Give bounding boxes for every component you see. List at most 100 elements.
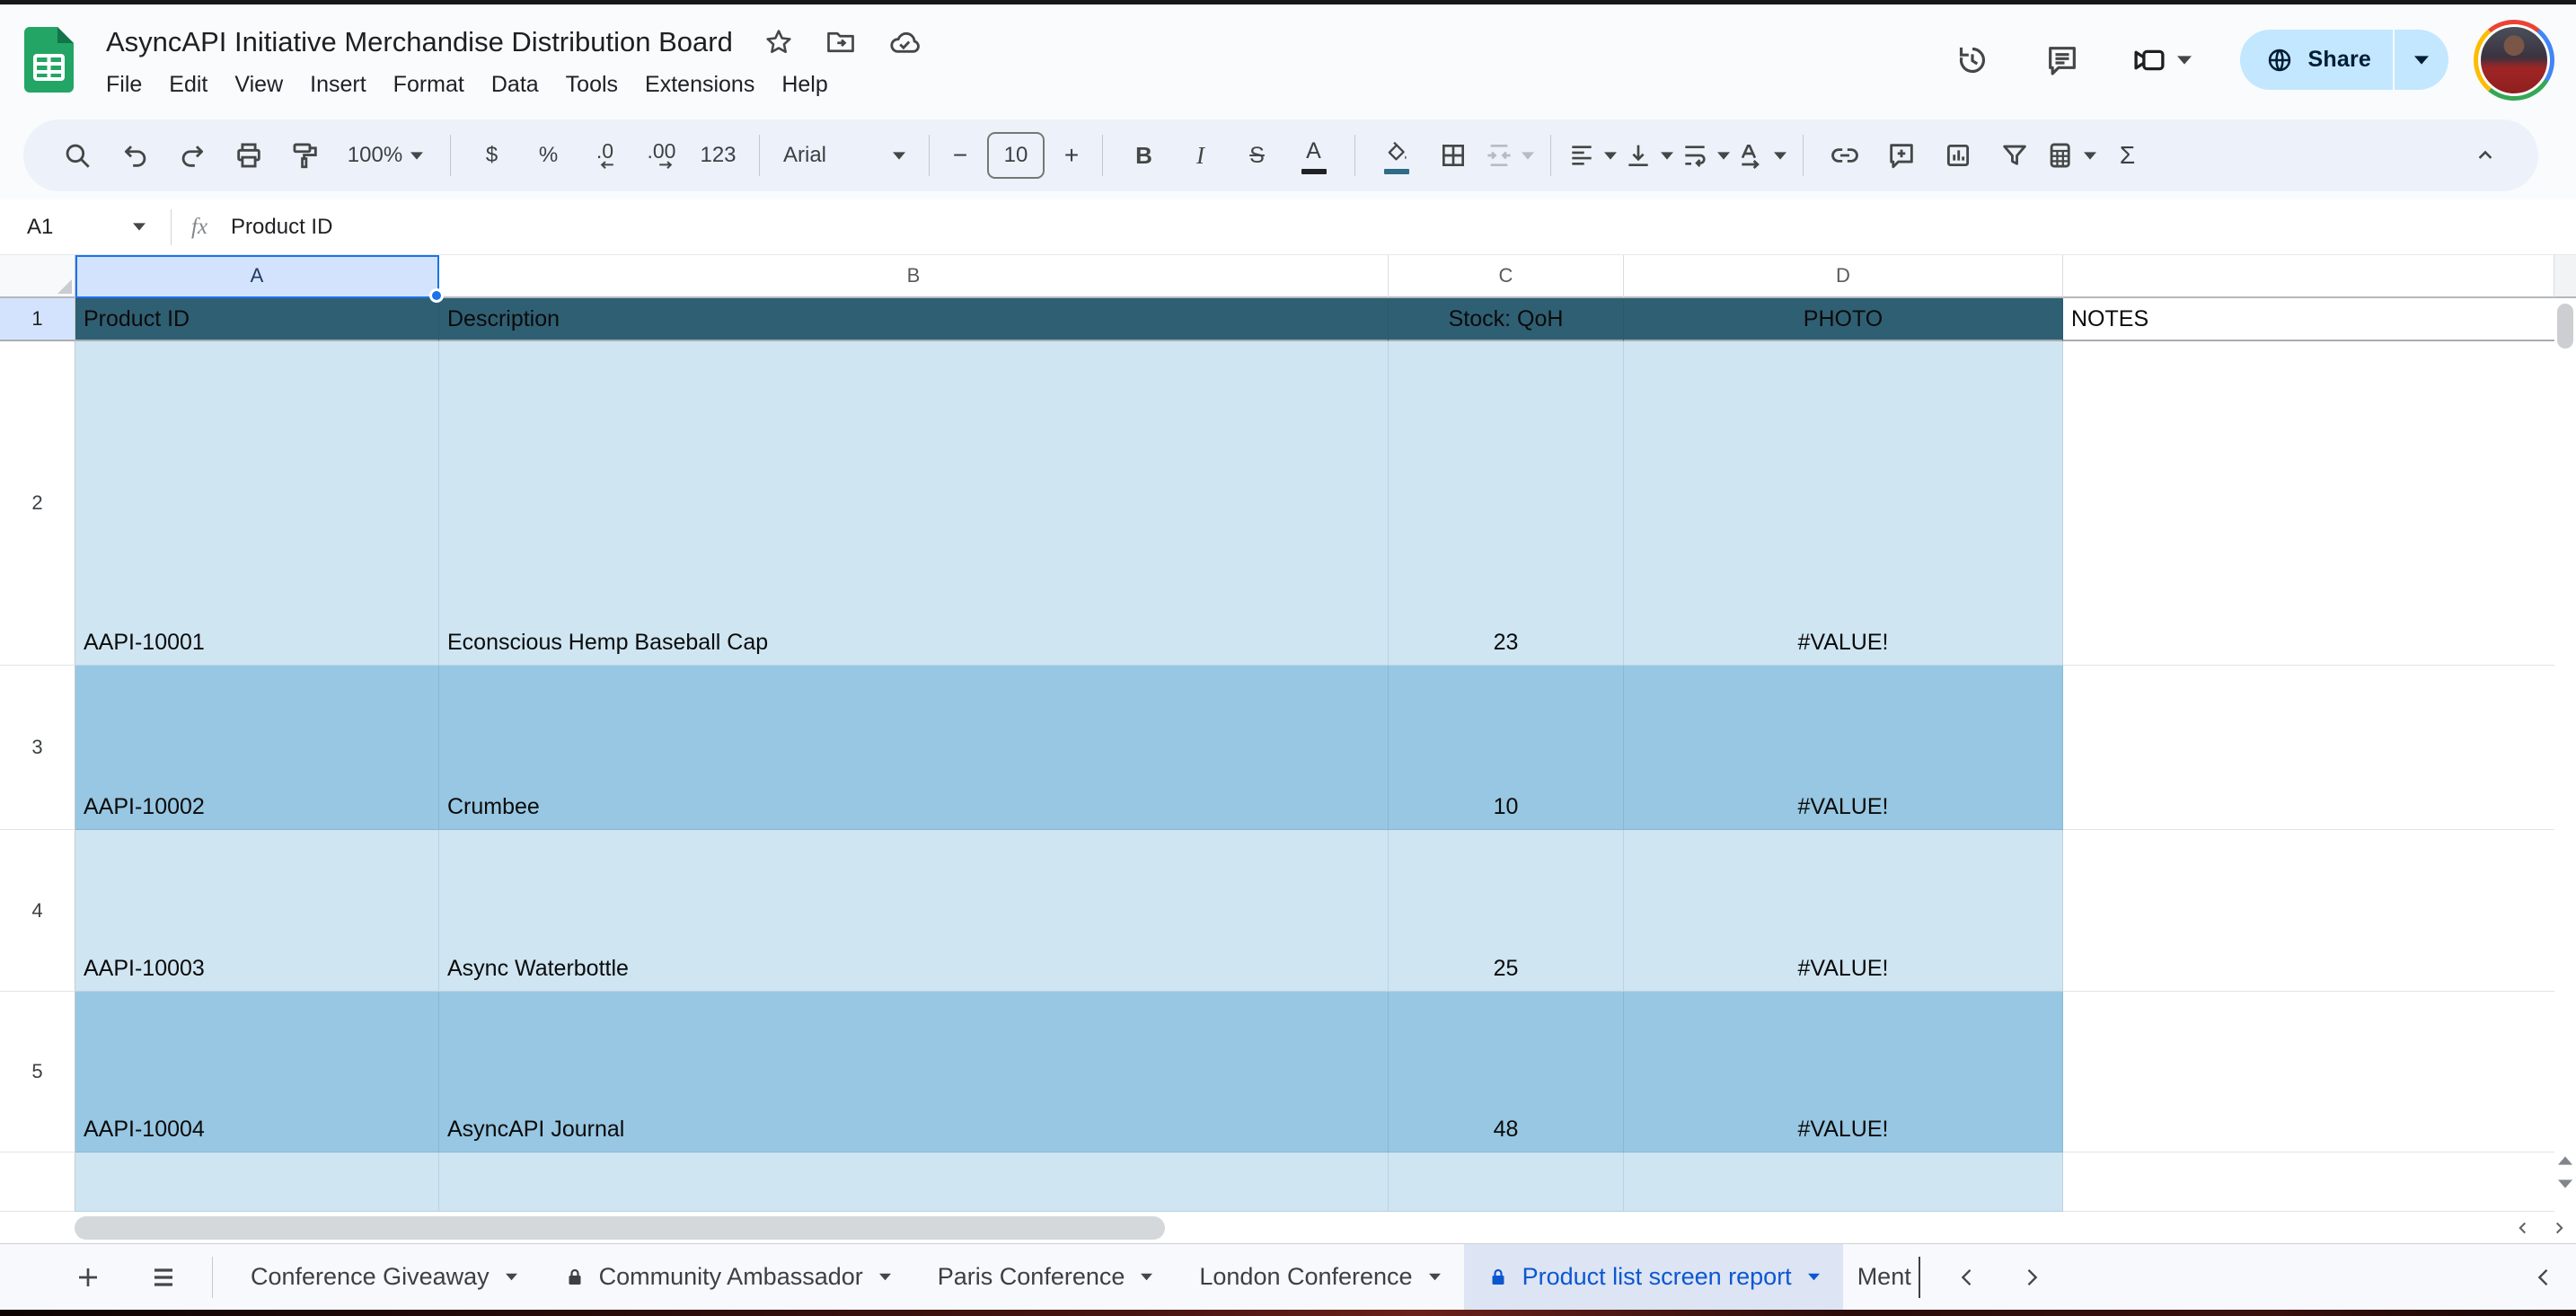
cell[interactable]: AsyncAPI Journal (439, 992, 1389, 1153)
cell[interactable]: AAPI-10004 (75, 992, 439, 1153)
font-size-input[interactable]: 10 (987, 132, 1045, 179)
cell[interactable]: Async Waterbottle (439, 830, 1389, 992)
paint-format-icon[interactable] (277, 128, 333, 182)
share-button[interactable]: Share (2239, 30, 2448, 90)
search-icon[interactable] (49, 128, 105, 182)
borders-button[interactable] (1425, 128, 1481, 182)
row-number[interactable] (0, 1153, 75, 1212)
insert-comment-button[interactable] (1873, 128, 1929, 182)
collapse-toolbar-icon[interactable] (2457, 128, 2513, 182)
cell[interactable] (2063, 830, 2554, 992)
column-header-A[interactable]: A (75, 255, 439, 298)
cell[interactable] (2063, 341, 2554, 666)
all-sheets-button[interactable] (126, 1244, 201, 1310)
scroll-down-icon[interactable] (2558, 1179, 2572, 1188)
cell[interactable] (2063, 1153, 2554, 1212)
cell[interactable] (2063, 666, 2554, 830)
formula-input[interactable]: Product ID (231, 215, 332, 240)
cell[interactable]: 48 (1389, 992, 1624, 1153)
column-header-C[interactable]: C (1389, 255, 1624, 298)
cloud-status-icon[interactable] (887, 25, 922, 59)
avatar[interactable] (2474, 19, 2554, 101)
undo-icon[interactable] (107, 128, 163, 182)
cell[interactable]: Econscious Hemp Baseball Cap (439, 341, 1389, 666)
format-percent[interactable]: % (520, 128, 577, 182)
row-number[interactable]: 1 (0, 298, 75, 341)
tab-dropdown-icon[interactable] (1807, 1273, 1820, 1281)
cell[interactable]: #VALUE! (1624, 992, 2063, 1153)
cell[interactable]: 25 (1389, 830, 1624, 992)
vertical-scrollbar-thumb[interactable] (2557, 304, 2573, 349)
tab-dropdown-icon[interactable] (505, 1273, 517, 1281)
share-dropdown[interactable] (2395, 30, 2448, 90)
vertical-scroll-arrows[interactable] (2558, 1156, 2572, 1188)
cell[interactable]: AAPI-10001 (75, 341, 439, 666)
fill-color-button[interactable] (1368, 128, 1425, 182)
vertical-scrollbar[interactable] (2554, 298, 2576, 1212)
sheet-tab-2[interactable]: Paris Conference (914, 1244, 1177, 1310)
tab-dropdown-icon[interactable] (1428, 1273, 1441, 1281)
menu-insert[interactable]: Insert (296, 68, 380, 102)
sheets-logo-icon[interactable] (24, 27, 74, 93)
strikethrough-button[interactable]: S (1229, 128, 1285, 182)
menu-format[interactable]: Format (380, 68, 478, 102)
horizontal-scrollbar[interactable] (0, 1212, 2576, 1244)
text-wrap-button[interactable] (1677, 128, 1734, 182)
cell[interactable] (1624, 1153, 2063, 1212)
cell[interactable]: #VALUE! (1624, 830, 2063, 992)
sheet-tab-3[interactable]: London Conference (1176, 1244, 1463, 1310)
menu-edit[interactable]: Edit (155, 68, 221, 102)
cell[interactable]: AAPI-10003 (75, 830, 439, 992)
name-box[interactable]: A1 (27, 215, 133, 240)
vertical-align-button[interactable] (1620, 128, 1677, 182)
column-header-B[interactable]: B (439, 255, 1389, 298)
decrease-decimal[interactable]: .0 (577, 128, 633, 182)
cell[interactable]: NOTES (2063, 298, 2554, 341)
filter-button[interactable] (1986, 128, 2042, 182)
move-folder-icon[interactable] (825, 26, 857, 58)
cell[interactable]: Stock: QoH (1389, 298, 1624, 341)
menu-tools[interactable]: Tools (552, 68, 631, 102)
cell[interactable] (2063, 992, 2554, 1153)
functions-button[interactable]: Σ (2099, 128, 2156, 182)
document-title[interactable]: AsyncAPI Initiative Merchandise Distribu… (106, 26, 733, 58)
scroll-right-icon[interactable] (2549, 1218, 2569, 1238)
text-rotation-button[interactable] (1734, 128, 1790, 182)
row-number[interactable]: 2 (0, 341, 75, 666)
merge-cells-button[interactable] (1481, 128, 1538, 182)
print-icon[interactable] (220, 128, 277, 182)
scroll-left-icon[interactable] (2513, 1218, 2533, 1238)
horizontal-scrollbar-thumb[interactable] (75, 1216, 1165, 1240)
tabs-scroll-left-icon[interactable] (1954, 1265, 1980, 1290)
tab-dropdown-icon[interactable] (1141, 1273, 1153, 1281)
menu-view[interactable]: View (221, 68, 296, 102)
version-history-icon[interactable] (1928, 31, 2017, 90)
cell[interactable]: #VALUE! (1624, 666, 2063, 830)
cell[interactable] (439, 1153, 1389, 1212)
sheet-tab-4[interactable]: Product list screen report (1463, 1244, 1843, 1310)
row-number[interactable]: 4 (0, 830, 75, 992)
name-box-dropdown-icon[interactable] (133, 223, 146, 231)
zoom-select[interactable]: 100% (333, 128, 437, 182)
select-all-corner[interactable] (0, 255, 75, 298)
cell[interactable]: 23 (1389, 341, 1624, 666)
cell[interactable] (75, 1153, 439, 1212)
add-sheet-button[interactable] (50, 1244, 126, 1310)
star-icon[interactable] (763, 27, 794, 57)
cell[interactable]: 10 (1389, 666, 1624, 830)
horizontal-align-button[interactable] (1564, 128, 1620, 182)
redo-icon[interactable] (163, 128, 220, 182)
increase-decimal[interactable]: .00 (633, 128, 690, 182)
sheet-tab-1[interactable]: Community Ambassador (541, 1244, 914, 1310)
cell[interactable]: #VALUE! (1624, 341, 2063, 666)
column-header-e[interactable] (2063, 255, 2554, 298)
cell[interactable]: Crumbee (439, 666, 1389, 830)
cell[interactable]: PHOTO (1624, 298, 2063, 341)
format-currency[interactable]: $ (463, 128, 520, 182)
table-button[interactable] (2042, 128, 2099, 182)
tab-dropdown-icon[interactable] (878, 1273, 891, 1281)
cell[interactable] (1389, 1153, 1624, 1212)
insert-chart-button[interactable] (1929, 128, 1986, 182)
tabs-scroll-right-icon[interactable] (2019, 1265, 2044, 1290)
decrease-font-size[interactable]: − (942, 128, 978, 182)
